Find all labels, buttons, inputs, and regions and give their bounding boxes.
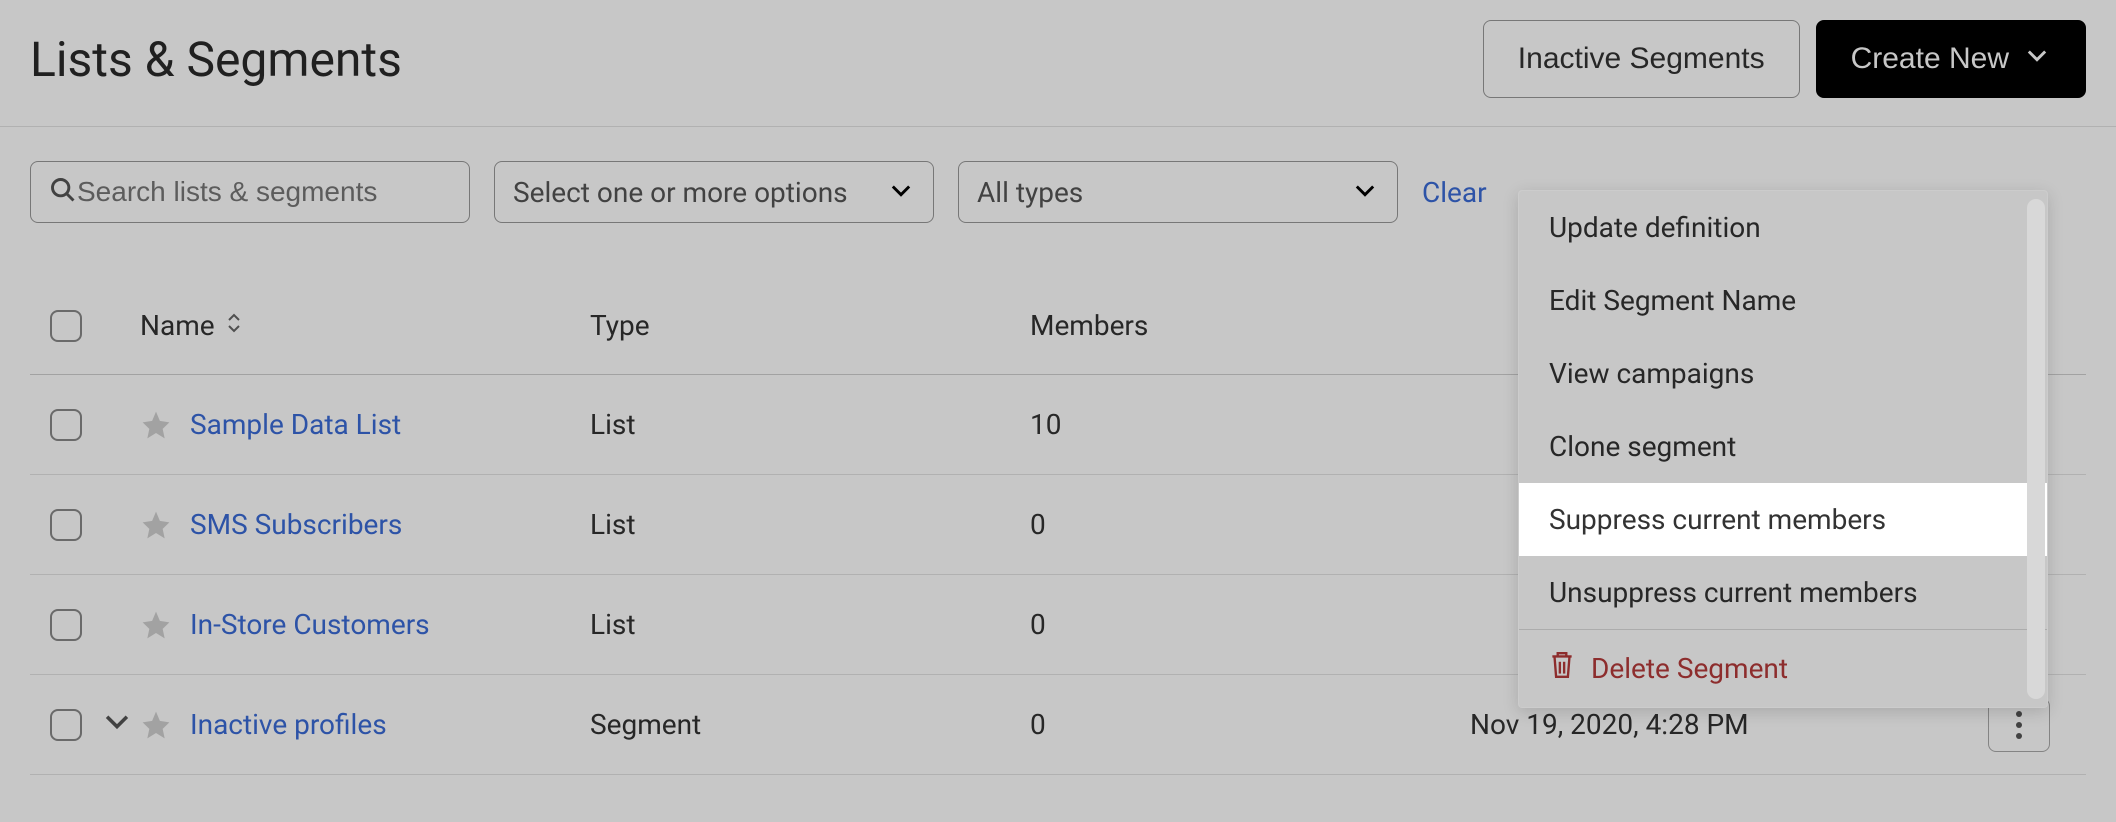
row-name-cell: In-Store Customers bbox=[140, 608, 590, 641]
star-icon[interactable] bbox=[140, 409, 172, 441]
dropdown-item-label: Delete Segment bbox=[1591, 652, 1788, 685]
inactive-segments-button[interactable]: Inactive Segments bbox=[1483, 20, 1800, 98]
col-type-label: Type bbox=[590, 309, 650, 342]
row-name-link[interactable]: In-Store Customers bbox=[190, 608, 430, 641]
expand-chevron-icon[interactable] bbox=[100, 704, 134, 745]
row-checkbox[interactable] bbox=[50, 409, 82, 441]
options-select[interactable]: Select one or more options bbox=[494, 161, 934, 223]
row-select-cell bbox=[30, 704, 140, 745]
row-select-cell bbox=[30, 409, 140, 441]
dropdown-item-unsuppress-current-members[interactable]: Unsuppress current members bbox=[1519, 556, 2047, 629]
row-name-link[interactable]: Sample Data List bbox=[190, 408, 401, 441]
select-all-col bbox=[30, 310, 140, 342]
row-name-cell: Sample Data List bbox=[140, 408, 590, 441]
options-select-label: Select one or more options bbox=[513, 176, 848, 209]
row-type: List bbox=[590, 508, 1030, 541]
types-select[interactable]: All types bbox=[958, 161, 1398, 223]
row-members: 0 bbox=[1030, 708, 1470, 741]
row-name-link[interactable]: SMS Subscribers bbox=[190, 508, 402, 541]
col-name[interactable]: Name bbox=[140, 309, 590, 342]
dropdown-item-label: Clone segment bbox=[1549, 430, 1736, 463]
search-icon bbox=[49, 176, 77, 208]
row-members: 0 bbox=[1030, 608, 1470, 641]
inactive-segments-label: Inactive Segments bbox=[1518, 42, 1765, 76]
row-type: Segment bbox=[590, 708, 1030, 741]
clear-filters-link[interactable]: Clear bbox=[1422, 176, 1487, 209]
sort-icon bbox=[225, 309, 243, 342]
row-name-link[interactable]: Inactive profiles bbox=[190, 708, 387, 741]
types-select-label: All types bbox=[977, 176, 1083, 209]
trash-icon bbox=[1549, 650, 1575, 687]
select-all-checkbox[interactable] bbox=[50, 310, 82, 342]
row-select-cell bbox=[30, 609, 140, 641]
star-icon[interactable] bbox=[140, 709, 172, 741]
dropdown-item-delete-segment[interactable]: Delete Segment bbox=[1519, 629, 2047, 707]
search-input[interactable] bbox=[77, 176, 451, 208]
dropdown-item-label: View campaigns bbox=[1549, 357, 1754, 390]
col-type[interactable]: Type bbox=[590, 309, 1030, 342]
col-members[interactable]: Members bbox=[1030, 309, 1470, 342]
row-checkbox[interactable] bbox=[50, 509, 82, 541]
row-checkbox[interactable] bbox=[50, 709, 82, 741]
col-name-label: Name bbox=[140, 309, 215, 342]
row-checkbox[interactable] bbox=[50, 609, 82, 641]
dropdown-item-view-campaigns[interactable]: View campaigns bbox=[1519, 337, 2047, 410]
header-actions: Inactive Segments Create New bbox=[1483, 20, 2086, 98]
row-members: 0 bbox=[1030, 508, 1470, 541]
dropdown-scrollbar[interactable] bbox=[2027, 199, 2045, 699]
row-members: 10 bbox=[1030, 408, 1470, 441]
row-type: List bbox=[590, 408, 1030, 441]
dropdown-item-suppress-current-members[interactable]: Suppress current members bbox=[1519, 483, 2047, 556]
chevron-down-icon bbox=[2023, 41, 2051, 77]
row-type: List bbox=[590, 608, 1030, 641]
star-icon[interactable] bbox=[140, 509, 172, 541]
dropdown-item-label: Edit Segment Name bbox=[1549, 284, 1796, 317]
chevron-down-icon bbox=[1351, 176, 1379, 208]
create-new-button[interactable]: Create New bbox=[1816, 20, 2086, 98]
search-input-wrap[interactable] bbox=[30, 161, 470, 223]
row-name-cell: SMS Subscribers bbox=[140, 508, 590, 541]
row-select-cell bbox=[30, 509, 140, 541]
dropdown-item-edit-segment-name[interactable]: Edit Segment Name bbox=[1519, 264, 2047, 337]
dropdown-item-label: Update definition bbox=[1549, 211, 1761, 244]
create-new-label: Create New bbox=[1851, 42, 2009, 76]
row-name-cell: Inactive profiles bbox=[140, 708, 590, 741]
row-actions-dropdown: Update definition Edit Segment Name View c… bbox=[1518, 190, 2048, 708]
dropdown-item-update-definition[interactable]: Update definition bbox=[1519, 191, 2047, 264]
page-title: Lists & Segments bbox=[30, 31, 402, 88]
dropdown-item-label: Unsuppress current members bbox=[1549, 576, 1918, 609]
page-header: Lists & Segments Inactive Segments Creat… bbox=[0, 0, 2116, 127]
dropdown-item-label: Suppress current members bbox=[1549, 503, 1886, 536]
row-created: Nov 19, 2020, 4:28 PM bbox=[1470, 708, 1950, 741]
chevron-down-icon bbox=[887, 176, 915, 208]
star-icon[interactable] bbox=[140, 609, 172, 641]
dropdown-item-clone-segment[interactable]: Clone segment bbox=[1519, 410, 2047, 483]
col-members-label: Members bbox=[1030, 309, 1148, 342]
